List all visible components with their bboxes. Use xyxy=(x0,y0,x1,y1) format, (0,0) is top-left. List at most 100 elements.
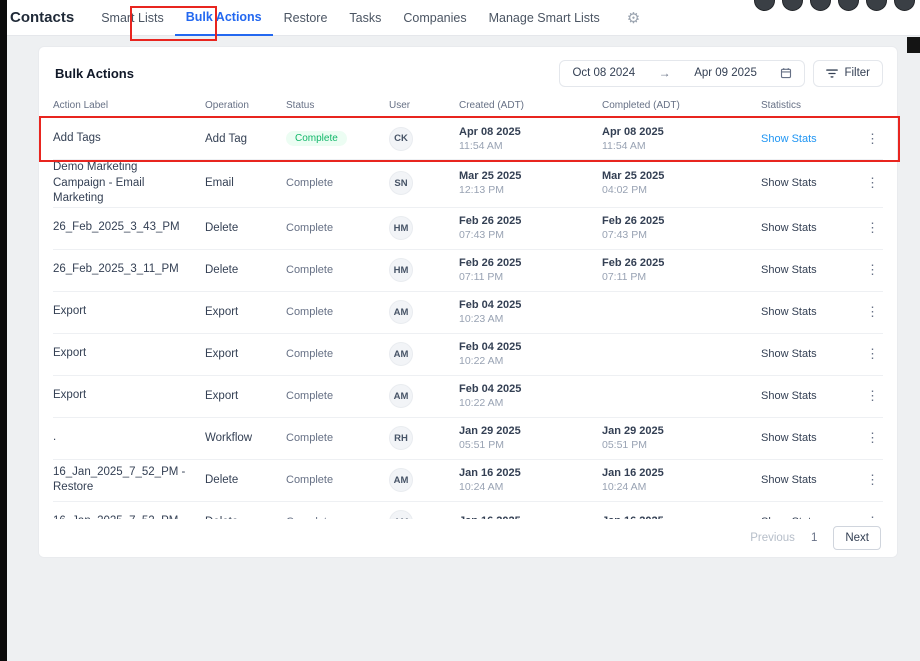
completed-at: Mar 25 202504:02 PM xyxy=(602,170,761,196)
date-from: Oct 08 2024 xyxy=(572,67,635,79)
corner-artifact xyxy=(907,37,920,53)
column-header: Created (ADT) xyxy=(459,100,602,111)
user-cell: HM xyxy=(389,216,459,240)
avatar[interactable] xyxy=(866,0,887,11)
previous-button[interactable]: Previous xyxy=(750,532,795,544)
row-menu-button[interactable]: ⋮ xyxy=(866,220,883,236)
status-cell: Complete xyxy=(286,222,389,234)
statistics-cell: Show Stats xyxy=(761,177,855,189)
created-at: Jan 16 202510:24 AM xyxy=(459,467,602,493)
action-label: 26_Feb_2025_3_43_PM xyxy=(53,220,205,236)
show-stats-link[interactable]: Show Stats xyxy=(761,177,817,189)
show-stats-link[interactable]: Show Stats xyxy=(761,474,817,486)
status-text: Complete xyxy=(286,390,333,402)
status-cell: Complete xyxy=(286,432,389,444)
created-date: Apr 08 2025 xyxy=(459,126,594,138)
show-stats-link[interactable]: Show Stats xyxy=(761,390,817,402)
status-text: Complete xyxy=(286,177,333,189)
row-menu-button[interactable]: ⋮ xyxy=(866,388,883,404)
next-button[interactable]: Next xyxy=(833,526,881,550)
created-at: Feb 26 202507:11 PM xyxy=(459,257,602,283)
table-row: 16_Jan_2025_7_52_PMDeleteCompleteAMJan 1… xyxy=(53,501,883,521)
row-menu-button[interactable]: ⋮ xyxy=(866,346,883,362)
created-time: 05:51 PM xyxy=(459,439,594,451)
status-cell: Complete xyxy=(286,348,389,360)
completed-time: 10:24 AM xyxy=(602,481,753,493)
created-time: 11:54 AM xyxy=(459,140,594,152)
completed-time: 11:54 AM xyxy=(602,140,753,152)
tab-restore[interactable]: Restore xyxy=(273,0,339,36)
user-cell: CK xyxy=(389,127,459,151)
tab-smart-lists[interactable]: Smart Lists xyxy=(90,0,175,36)
tab-manage-smart-lists[interactable]: Manage Smart Lists xyxy=(478,0,611,36)
date-range-picker[interactable]: Oct 08 2024 → Apr 09 2025 xyxy=(559,60,805,87)
tab-companies[interactable]: Companies xyxy=(392,0,477,36)
statistics-cell: Show Stats xyxy=(761,133,855,145)
show-stats-link[interactable]: Show Stats xyxy=(761,264,817,276)
filter-button[interactable]: Filter xyxy=(813,60,883,87)
row-menu-button[interactable]: ⋮ xyxy=(866,304,883,320)
operation-label: Delete xyxy=(205,264,286,276)
avatar[interactable] xyxy=(782,0,803,11)
statistics-cell: Show Stats xyxy=(761,222,855,234)
avatar[interactable] xyxy=(754,0,775,11)
show-stats-link[interactable]: Show Stats xyxy=(761,133,817,145)
created-date: Feb 26 2025 xyxy=(459,257,594,269)
completed-time: 07:43 PM xyxy=(602,229,753,241)
user-avatar: AM xyxy=(389,468,413,492)
created-date: Feb 26 2025 xyxy=(459,215,594,227)
created-date: Mar 25 2025 xyxy=(459,170,594,182)
completed-time: 04:02 PM xyxy=(602,184,753,196)
row-menu-button[interactable]: ⋮ xyxy=(866,131,883,147)
completed-at: Jan 29 202505:51 PM xyxy=(602,425,761,451)
user-avatar: HM xyxy=(389,216,413,240)
show-stats-link[interactable]: Show Stats xyxy=(761,348,817,360)
completed-date: Apr 08 2025 xyxy=(602,126,753,138)
statistics-cell: Show Stats xyxy=(761,348,855,360)
operation-label: Delete xyxy=(205,474,286,486)
action-label: Export xyxy=(53,388,205,404)
avatar-group xyxy=(754,0,915,11)
user-cell: SN xyxy=(389,171,459,195)
statistics-cell: Show Stats xyxy=(761,306,855,318)
card-title: Bulk Actions xyxy=(55,66,134,81)
completed-date: Jan 29 2025 xyxy=(602,425,753,437)
user-avatar: CK xyxy=(389,127,413,151)
row-menu-button[interactable]: ⋮ xyxy=(866,175,883,191)
avatar[interactable] xyxy=(838,0,859,11)
completed-date: Feb 26 2025 xyxy=(602,257,753,269)
calendar-icon xyxy=(780,67,792,79)
user-cell: RH xyxy=(389,426,459,450)
avatar[interactable] xyxy=(894,0,915,11)
user-avatar: SN xyxy=(389,171,413,195)
table-row: ExportExportCompleteAMFeb 04 202510:22 A… xyxy=(53,333,883,375)
user-cell: AM xyxy=(389,468,459,492)
avatar[interactable] xyxy=(810,0,831,11)
tab-bulk-actions[interactable]: Bulk Actions xyxy=(175,0,273,36)
show-stats-link[interactable]: Show Stats xyxy=(761,306,817,318)
user-cell: AM xyxy=(389,342,459,366)
status-text: Complete xyxy=(286,432,333,444)
table-row: 26_Feb_2025_3_43_PMDeleteCompleteHMFeb 2… xyxy=(53,207,883,249)
column-header: User xyxy=(389,100,459,111)
show-stats-link[interactable]: Show Stats xyxy=(761,222,817,234)
page-number[interactable]: 1 xyxy=(811,532,817,544)
statistics-cell: Show Stats xyxy=(761,432,855,444)
tab-tasks[interactable]: Tasks xyxy=(338,0,392,36)
status-cell: Complete xyxy=(286,177,389,189)
table-row: ExportExportCompleteAMFeb 04 202510:23 A… xyxy=(53,291,883,333)
user-avatar: AM xyxy=(389,342,413,366)
created-time: 12:13 PM xyxy=(459,184,594,196)
row-menu-button[interactable]: ⋮ xyxy=(866,472,883,488)
table-row: Demo Marketing Campaign - Email Marketin… xyxy=(53,159,883,207)
table-row: Add TagsAdd TagCompleteCKApr 08 202511:5… xyxy=(53,117,883,159)
row-menu-button[interactable]: ⋮ xyxy=(866,262,883,278)
statistics-cell: Show Stats xyxy=(761,390,855,402)
created-date: Feb 04 2025 xyxy=(459,341,594,353)
completed-date: Feb 26 2025 xyxy=(602,215,753,227)
statistics-cell: Show Stats xyxy=(761,264,855,276)
column-header: Action Label xyxy=(53,100,205,111)
show-stats-link[interactable]: Show Stats xyxy=(761,432,817,444)
row-menu-button[interactable]: ⋮ xyxy=(866,430,883,446)
settings-gear-icon[interactable]: ⚙ xyxy=(627,9,640,27)
